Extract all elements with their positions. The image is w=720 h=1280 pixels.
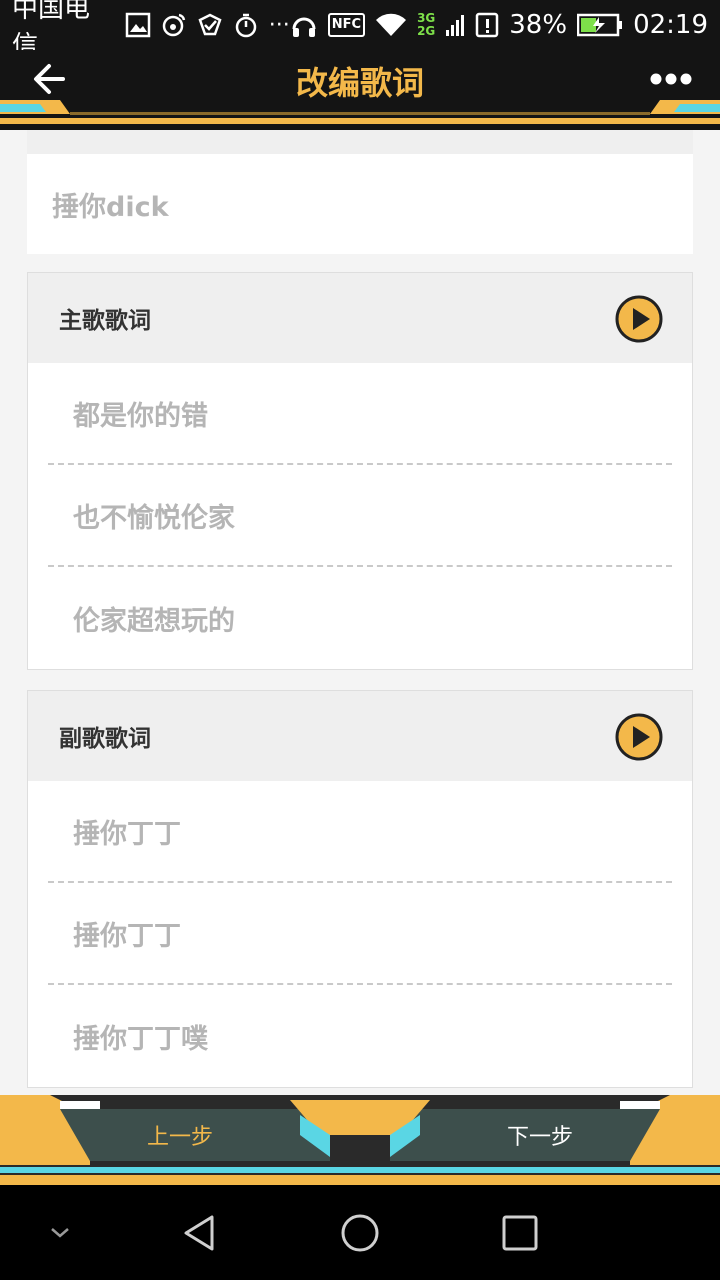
net-2g-label: 2G — [417, 24, 436, 38]
weibo-icon — [161, 12, 187, 38]
battery-icon — [577, 13, 623, 37]
lyric-line-input[interactable]: 都是你的错 — [48, 363, 672, 465]
section-label: 副歌歌词 — [59, 726, 151, 752]
wifi-icon — [375, 12, 407, 38]
header-decoration — [0, 100, 720, 124]
nav-back-button[interactable] — [170, 1205, 230, 1261]
verse-card-header: 主歌歌词 — [28, 273, 692, 363]
lyric-line-input[interactable]: 捶你丁丁 — [48, 883, 672, 985]
next-step-button[interactable]: 下一步 — [470, 1113, 610, 1157]
intro-card-header — [27, 130, 693, 154]
nfc-icon: NFC — [327, 13, 366, 37]
lyric-line-input[interactable]: 捶你dick — [27, 154, 693, 254]
play-icon[interactable] — [614, 712, 664, 762]
lyrics-content[interactable]: 捶你dick 主歌歌词 都是你的错 也不愉悦伦家 伦家超想玩的 副歌歌词 捶你丁… — [0, 130, 720, 1095]
chorus-lyrics-card: 副歌歌词 捶你丁丁 捶你丁丁 捶你丁丁噗 — [27, 690, 693, 1088]
hide-keyboard-button[interactable] — [30, 1205, 90, 1261]
lyric-line-input[interactable]: 也不愉悦伦家 — [48, 465, 672, 567]
chorus-card-header: 副歌歌词 — [28, 691, 692, 781]
recents-square-icon — [502, 1215, 538, 1251]
headphones-icon — [290, 11, 318, 39]
intro-lyrics-card: 捶你dick — [27, 130, 693, 254]
back-triangle-icon — [184, 1215, 214, 1251]
step-navigation-bar: 上一步 下一步 — [0, 1095, 720, 1185]
more-button[interactable] — [644, 56, 698, 102]
page-title: 改编歌词 — [295, 64, 424, 102]
verse-lyrics-card: 主歌歌词 都是你的错 也不愉悦伦家 伦家超想玩的 — [27, 272, 693, 670]
bottom-bar-decoration — [0, 1095, 720, 1185]
shield-check-icon — [197, 12, 223, 38]
previous-step-button[interactable]: 上一步 — [110, 1113, 250, 1157]
sim-alert-icon — [475, 12, 499, 38]
play-icon[interactable] — [614, 294, 664, 344]
status-bar: 中国电信 ··· NFC 3G 2G 38% 02:19 — [0, 0, 720, 61]
battery-percent: 38% — [509, 10, 568, 40]
more-notifications: ··· — [268, 12, 290, 38]
home-circle-icon — [341, 1214, 379, 1252]
more-dots-icon — [650, 73, 692, 85]
system-nav-bar — [0, 1185, 720, 1280]
chevron-down-icon — [51, 1228, 69, 1238]
lyric-line-input[interactable]: 捶你丁丁 — [48, 781, 672, 883]
nav-home-button[interactable] — [330, 1205, 390, 1261]
image-icon — [125, 12, 151, 38]
clock: 02:19 — [633, 10, 708, 40]
signal-icon — [445, 12, 465, 38]
app-header: 改编歌词 — [0, 50, 720, 130]
lyric-line-input[interactable]: 捶你丁丁噗 — [48, 985, 672, 1087]
nav-recents-button[interactable] — [490, 1205, 550, 1261]
stopwatch-icon — [233, 12, 259, 38]
network-type: 3G 2G — [417, 12, 435, 38]
lyric-line-input[interactable]: 伦家超想玩的 — [48, 567, 672, 669]
section-label: 主歌歌词 — [59, 308, 151, 334]
